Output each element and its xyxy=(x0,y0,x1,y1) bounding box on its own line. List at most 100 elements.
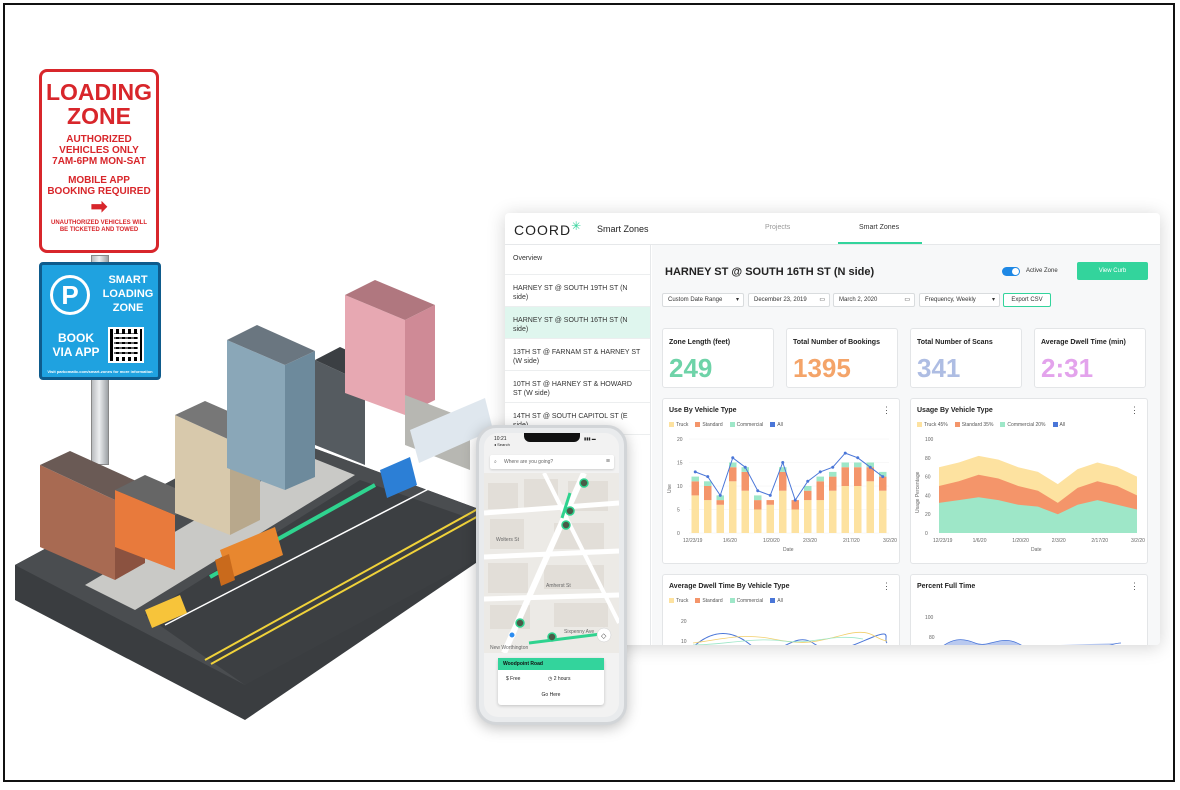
bar-truck xyxy=(691,495,699,533)
chart-legend: Truck Standard Commercial All xyxy=(669,422,783,428)
more-menu-icon[interactable]: ⋮ xyxy=(882,405,891,416)
bar-standard xyxy=(741,471,749,491)
chart-legend: Truck Standard Commercial All xyxy=(669,598,783,604)
map-view[interactable]: Wolters St Amherst St Sixpenny Ave New W… xyxy=(484,473,619,653)
bar-standard xyxy=(816,481,824,501)
export-csv-button[interactable]: Export CSV xyxy=(1003,293,1051,307)
sign-hours: 7AM-6PM MON-SAT xyxy=(52,156,146,167)
isometric-street-illustration xyxy=(15,280,495,720)
start-date-value: December 23, 2019 xyxy=(754,297,807,303)
more-menu-icon[interactable]: ⋮ xyxy=(882,581,891,592)
card-title: Percent Full Time xyxy=(917,583,976,590)
sign-zone: ZONE xyxy=(67,103,131,129)
bar-truck xyxy=(866,481,874,533)
active-zone-toggle[interactable] xyxy=(1002,267,1020,276)
legend-item: Standard 35% xyxy=(954,422,993,428)
more-menu-icon[interactable]: ⋮ xyxy=(1130,405,1139,416)
data-point xyxy=(756,489,760,493)
data-point xyxy=(693,470,697,474)
street-label: Sixpenny Ave xyxy=(564,629,594,635)
search-input[interactable]: ⌕ Where are you going? ≡ xyxy=(490,455,614,469)
bar-commercial xyxy=(691,476,699,482)
legend-item: Commercial xyxy=(729,422,763,428)
sign-towed: BE TICKETED AND TOWED xyxy=(59,227,139,233)
sidebar-item-overview[interactable]: Overview xyxy=(505,245,650,275)
bar-commercial xyxy=(816,476,824,482)
bar-truck xyxy=(716,504,724,533)
x-tick-label: 1/20/20 xyxy=(1012,538,1029,544)
main-panel: HARNEY ST @ SOUTH 16TH ST (N side) Activ… xyxy=(652,245,1160,645)
bar-truck xyxy=(791,509,799,533)
y-tick-label: 40 xyxy=(925,493,931,499)
zone-info-card[interactable]: Woodpoint Road $ Free ◷ 2 hours Go Here xyxy=(498,658,604,705)
y-tick-label: 100 xyxy=(925,615,934,621)
legend-item: All xyxy=(770,422,783,428)
search-icon: ⌕ xyxy=(494,459,497,465)
percent-full-area xyxy=(943,639,1122,645)
duration-info: ◷ 2 hours xyxy=(548,676,570,682)
view-curb-button[interactable]: View Curb xyxy=(1077,262,1148,280)
start-date-field[interactable]: December 23, 2019 ▭ xyxy=(748,293,830,307)
search-placeholder: Where are you going? xyxy=(504,459,554,465)
sidebar-item-zone[interactable]: 10TH ST @ HARNEY ST & HOWARD ST (W side) xyxy=(505,371,650,403)
map-pin-icon xyxy=(579,478,589,488)
data-point xyxy=(843,451,847,455)
go-here-button[interactable]: Go Here xyxy=(498,692,604,698)
y-axis-label: Use xyxy=(667,484,673,493)
more-menu-icon[interactable]: ⋮ xyxy=(1130,581,1139,592)
y-tick-label: 100 xyxy=(925,437,934,443)
y-tick-label: 0 xyxy=(677,531,680,537)
legend-item: Truck 45% xyxy=(917,422,948,428)
bar-standard xyxy=(829,476,837,491)
data-point xyxy=(706,475,710,479)
chevron-down-icon: ▾ xyxy=(735,297,739,303)
map-pin-icon xyxy=(561,520,571,530)
sign-mobile-app: MOBILE APP xyxy=(68,175,130,186)
x-tick-label: 2/17/20 xyxy=(1091,538,1108,544)
chevron-down-icon: ▾ xyxy=(991,297,995,303)
bar-standard xyxy=(779,471,787,491)
bar-truck xyxy=(704,500,712,533)
calendar-icon: ▭ xyxy=(819,297,825,303)
hamburger-menu-icon[interactable]: ≡ xyxy=(606,455,610,469)
kpi-zone-length: Zone Length (feet) 249 xyxy=(662,328,774,388)
frequency-select[interactable]: Frequency, Weekly ▾ xyxy=(919,293,1000,307)
sidebar-item-zone-active[interactable]: HARNEY ST @ SOUTH 16TH ST (N side) xyxy=(505,307,650,339)
data-point xyxy=(731,456,735,460)
data-point xyxy=(768,493,772,497)
kpi-value: 2:31 xyxy=(1041,353,1094,383)
back-to-search[interactable]: ◂ Search xyxy=(494,442,510,447)
legend-item: All xyxy=(1052,422,1065,428)
x-tick-label: 3/2/20 xyxy=(883,538,897,544)
usage-by-vehicle-chart: 0 20 40 60 80 100 12/23/19 1/6/20 1/20/20 2/3/20 2… xyxy=(915,437,1145,553)
y-tick-label: 80 xyxy=(929,635,935,641)
end-date-field[interactable]: March 2, 2020 ▭ xyxy=(833,293,915,307)
use-by-vehicle-chart: 0 5 10 15 20 12/23/19 1/6/20 1/20/20 2/3/20 2/17/… xyxy=(667,437,897,553)
bar-truck xyxy=(829,490,837,533)
map-pin-icon xyxy=(565,506,575,516)
sidebar-item-zone[interactable]: HARNEY ST @ SOUTH 19TH ST (N side) xyxy=(505,275,650,307)
bar-standard xyxy=(691,481,699,496)
kpi-value: 1395 xyxy=(793,353,851,383)
dollar-icon: $ xyxy=(506,676,509,682)
bar-truck xyxy=(879,490,887,533)
tab-projects[interactable]: Projects xyxy=(765,224,790,231)
street-label: Amherst St xyxy=(546,583,571,589)
bar-commercial xyxy=(754,495,762,501)
legend-item: Standard xyxy=(695,422,723,428)
bar-truck xyxy=(754,509,762,533)
map-pin-icon xyxy=(547,632,557,642)
coord-logo: COORD✳ xyxy=(514,219,582,238)
y-tick-label: 60 xyxy=(925,475,931,481)
legend-item: Truck xyxy=(669,422,688,428)
sign-authorized: AUTHORIZED xyxy=(66,134,132,145)
legend-item: Commercial 20% xyxy=(1000,422,1046,428)
sidebar-item-zone[interactable]: 13TH ST @ FARNAM ST & HARNEY ST (W side) xyxy=(505,339,650,371)
date-range-select[interactable]: Custom Date Range ▾ xyxy=(662,293,744,307)
y-tick-label: 10 xyxy=(681,639,687,645)
kpi-value: 341 xyxy=(917,353,961,383)
duration-value: 2 hours xyxy=(553,676,571,682)
zone-name: Woodpoint Road xyxy=(498,658,604,670)
bar-standard xyxy=(729,467,737,482)
tab-smart-zones[interactable]: Smart Zones xyxy=(859,224,899,231)
